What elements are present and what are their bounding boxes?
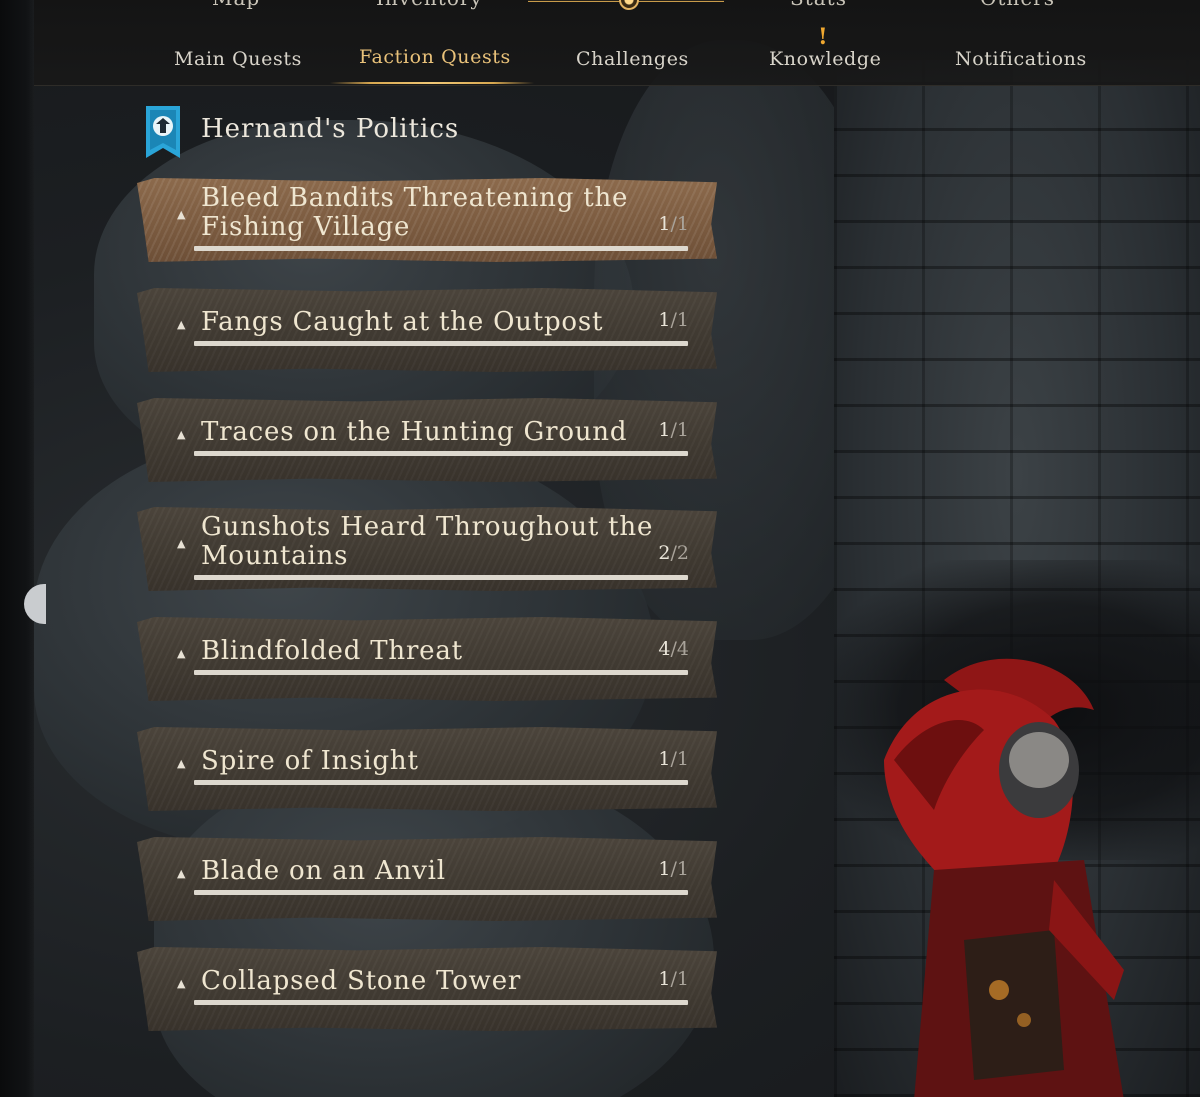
tab-stats[interactable]: Stats	[790, 0, 847, 10]
character-figure	[884, 658, 1124, 1097]
quest-item-blade[interactable]: ▲ Blade on an Anvil 1/1	[137, 837, 717, 921]
quest-name: Gunshots Heard Throughout the Mountains	[201, 512, 654, 571]
quest-progress-bar	[194, 451, 688, 456]
quest-name: Spire of Insight	[201, 746, 419, 776]
expand-arrow-icon[interactable]: ▲	[177, 208, 185, 221]
tab-inventory[interactable]: Inventory	[376, 0, 483, 10]
quest-progress: 4/4	[658, 638, 689, 660]
quest-progress-bar	[194, 1000, 688, 1005]
quest-progress-bar	[194, 780, 688, 785]
quest-name: Collapsed Stone Tower	[201, 966, 522, 996]
left-edge-strip	[0, 0, 34, 1097]
tab-map[interactable]: Map	[212, 0, 260, 10]
quest-name: Bleed Bandits Threatening the Fishing Vi…	[201, 183, 629, 242]
faction-banner-icon	[146, 106, 180, 158]
expand-arrow-icon[interactable]: ▲	[177, 318, 185, 331]
quest-name: Traces on the Hunting Ground	[201, 417, 628, 447]
quest-progress-bar	[194, 246, 688, 251]
quest-progress-bar	[194, 670, 688, 675]
quest-name: Fangs Caught at the Outpost	[201, 307, 604, 337]
quest-item-traces-hunting[interactable]: ▲ Traces on the Hunting Ground 1/1	[137, 398, 717, 482]
expand-arrow-icon[interactable]: ▲	[177, 867, 185, 880]
expand-arrow-icon[interactable]: ▲	[177, 977, 185, 990]
quest-progress: 1/1	[658, 748, 689, 770]
quest-progress: 1/1	[658, 309, 689, 331]
top-navigation: Map Inventory Stats Others Main Quests F…	[34, 0, 1200, 86]
expand-arrow-icon[interactable]: ▲	[177, 647, 185, 660]
expand-arrow-icon[interactable]: ▲	[177, 428, 185, 441]
main-tab-bar: Map Inventory Stats Others	[34, 0, 1200, 10]
quest-progress: 2/2	[658, 542, 689, 564]
quest-progress: 1/1	[658, 213, 689, 235]
tab-main-quests[interactable]: Main Quests	[174, 48, 302, 70]
quest-name: Blindfolded Threat	[201, 636, 463, 666]
quest-item-blindfolded[interactable]: ▲ Blindfolded Threat 4/4	[137, 617, 717, 701]
faction-title: Hernand's Politics	[201, 114, 460, 144]
compass-icon	[619, 0, 639, 10]
tab-challenges[interactable]: Challenges	[576, 48, 689, 70]
tab-faction-quests[interactable]: Faction Quests	[359, 46, 511, 68]
knowledge-alert-icon: !	[818, 24, 828, 50]
active-tab-underline	[330, 82, 534, 84]
quest-item-bleed-bandits[interactable]: ▲ Bleed Bandits Threatening the Fishing …	[137, 178, 717, 262]
quest-item-collapsed-tower[interactable]: ▲ Collapsed Stone Tower 1/1	[137, 947, 717, 1031]
quest-name: Blade on an Anvil	[201, 856, 446, 886]
quest-progress: 1/1	[658, 419, 689, 441]
quest-item-spire[interactable]: ▲ Spire of Insight 1/1	[137, 727, 717, 811]
tab-notifications[interactable]: Notifications	[955, 48, 1087, 70]
quest-progress: 1/1	[658, 858, 689, 880]
quest-item-fangs-caught[interactable]: ▲ Fangs Caught at the Outpost 1/1	[137, 288, 717, 372]
quest-progress-bar	[194, 575, 688, 580]
expand-arrow-icon[interactable]: ▲	[177, 757, 185, 770]
tab-knowledge[interactable]: Knowledge	[769, 48, 881, 70]
quest-progress-bar	[194, 890, 688, 895]
quest-progress-bar	[194, 341, 688, 346]
tab-others[interactable]: Others	[980, 0, 1055, 10]
expand-arrow-icon[interactable]: ▲	[177, 537, 185, 550]
quest-item-gunshots[interactable]: ▲ Gunshots Heard Throughout the Mountain…	[137, 507, 717, 591]
quest-progress: 1/1	[658, 968, 689, 990]
